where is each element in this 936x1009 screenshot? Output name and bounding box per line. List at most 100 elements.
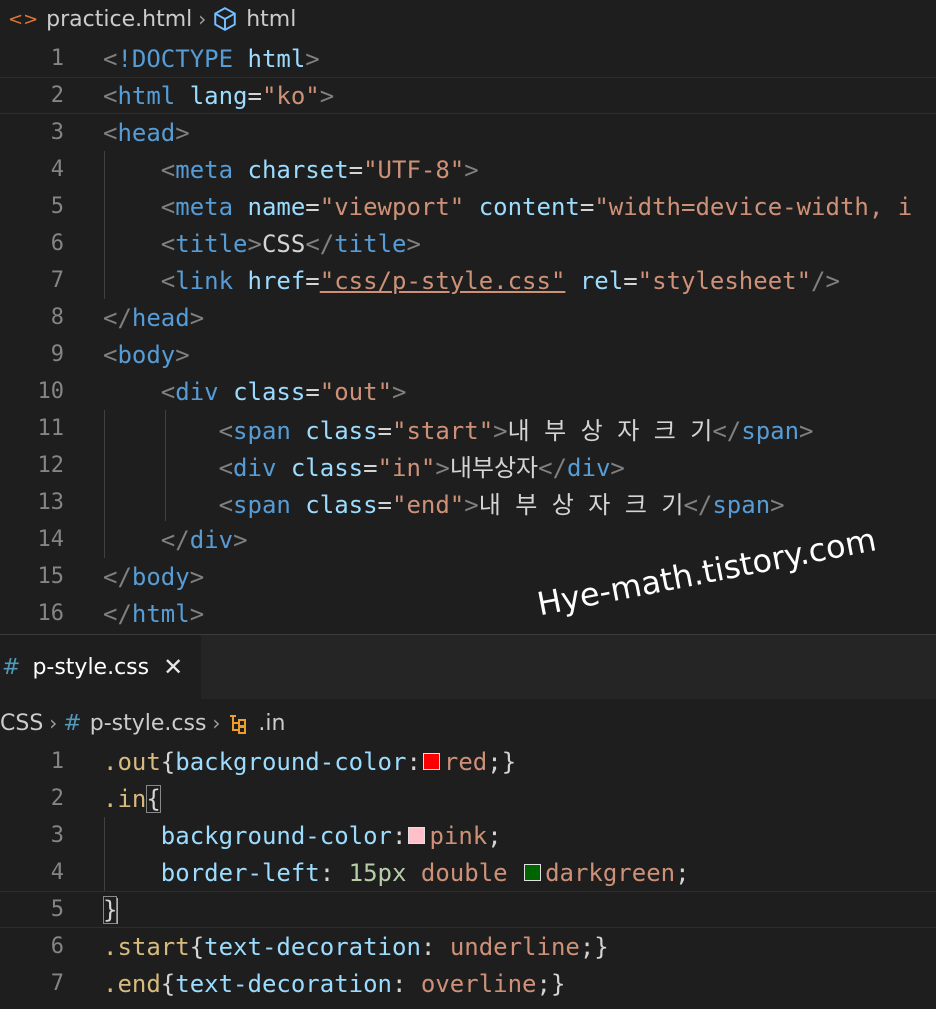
code-line[interactable]: 7 .end{text-decoration: overline;} <box>0 965 936 1002</box>
code-token: > <box>247 229 262 258</box>
line-number: 6 <box>50 231 64 256</box>
code-token: .end <box>103 969 161 998</box>
code-token: underline <box>449 932 580 961</box>
code-line[interactable]: 16 </html> <box>0 595 936 632</box>
code-text: <span class="end">내 부 상 자 크 기</span> <box>103 485 785 520</box>
breadcrumb-folder[interactable]: CSS <box>0 711 43 736</box>
code-line[interactable]: 6 .start{text-decoration: underline;} <box>0 928 936 965</box>
code-token: class <box>305 417 378 445</box>
line-number: 4 <box>50 860 64 885</box>
code-line[interactable]: 10 <div class="out"> <box>0 373 936 410</box>
code-token: > <box>799 417 814 445</box>
color-swatch[interactable] <box>524 863 542 881</box>
code-token: ; <box>487 821 502 850</box>
code-token: /> <box>811 266 840 295</box>
code-token: rel <box>579 266 624 295</box>
line-number: 2 <box>50 786 64 811</box>
code-text: <span class="start">내 부 상 자 크 기</span> <box>103 411 814 446</box>
code-line[interactable]: 5} <box>0 891 936 928</box>
code-token: : <box>319 858 349 887</box>
code-token: = <box>247 81 262 110</box>
code-line[interactable]: 3 <head> <box>0 114 936 151</box>
code-line[interactable]: 4 border-left: 15px double darkgreen; <box>0 854 936 891</box>
breadcrumb-file[interactable]: practice.html <box>46 7 192 32</box>
line-number: 3 <box>50 823 64 848</box>
code-token: head <box>131 303 190 332</box>
code-token: title <box>175 229 248 258</box>
code-line[interactable]: 2 <html lang="ko"> <box>0 77 936 114</box>
line-number: 5 <box>50 897 64 922</box>
code-token: darkgreen <box>545 858 676 887</box>
code-token: > <box>464 491 479 519</box>
line-number: 12 <box>37 453 65 478</box>
code-text: <div class="out"> <box>103 377 407 406</box>
code-token: > <box>435 454 450 482</box>
breadcrumb-element[interactable]: html <box>246 7 296 32</box>
code-text: border-left: 15px double darkgreen; <box>103 859 690 887</box>
code-line[interactable]: 11 <span class="start">내 부 상 자 크 기</span… <box>0 410 936 447</box>
code-token: "out" <box>319 377 393 406</box>
code-line[interactable]: 13 <span class="end">내 부 상 자 크 기</span> <box>0 484 936 521</box>
close-icon[interactable]: ✕ <box>163 653 183 681</box>
code-text: </div> <box>103 526 248 554</box>
code-token: "UTF-8" <box>363 155 465 184</box>
code-token: > <box>610 454 625 482</box>
code-token: </ <box>712 417 742 445</box>
code-token: : <box>420 932 450 961</box>
code-token: 내 부 상 자 크 기 <box>507 417 713 445</box>
code-text: <meta charset="UTF-8"> <box>103 156 479 184</box>
code-token: = <box>348 155 364 184</box>
code-line[interactable]: 9 <body> <box>0 336 936 373</box>
code-token: < <box>160 377 176 406</box>
code-token: html <box>117 81 176 110</box>
code-token: </ <box>683 491 713 519</box>
code-token: > <box>464 155 479 184</box>
line-number: 14 <box>37 527 65 552</box>
code-token: span <box>741 417 800 445</box>
line-number: 5 <box>50 194 64 219</box>
breadcrumb-file[interactable]: p-style.css <box>90 711 207 736</box>
symbol-class-icon <box>226 711 250 735</box>
code-token: < <box>103 81 118 110</box>
code-token: = <box>305 377 320 406</box>
code-token: = <box>363 454 378 482</box>
color-swatch[interactable] <box>422 752 440 770</box>
code-line[interactable]: 3 background-color: pink; <box>0 817 936 854</box>
code-line[interactable]: 5 <meta name="viewport" content="width=d… <box>0 188 936 225</box>
code-line[interactable]: 1 .out{background-color: red;} <box>0 743 936 780</box>
code-token: "css/p-style.css" <box>319 266 566 295</box>
line-number: 7 <box>50 971 64 996</box>
code-token: > <box>189 303 205 332</box>
code-line[interactable]: 2 .in{ <box>0 780 936 817</box>
code-text: .out{background-color: red;} <box>103 748 516 776</box>
code-line[interactable]: 6 <title>CSS</title> <box>0 225 936 262</box>
line-number: 11 <box>37 416 65 441</box>
code-token: ;} <box>487 747 517 776</box>
tab-p-style-css[interactable]: # p-style.css ✕ <box>0 635 201 699</box>
code-line[interactable]: 1 <!DOCTYPE html> <box>0 40 936 77</box>
line-number: 3 <box>50 120 64 145</box>
code-line[interactable]: 12 <div class="in">내부상자</div> <box>0 447 936 484</box>
code-text: <html lang="ko"> <box>103 82 334 110</box>
code-text: <meta name="viewport" content="width=dev… <box>103 193 912 221</box>
breadcrumb-selector[interactable]: .in <box>258 711 285 736</box>
code-token: body <box>131 562 190 591</box>
code-token: > <box>189 562 205 591</box>
code-token: div <box>175 377 219 406</box>
code-token: > <box>392 377 407 406</box>
code-text: <div class="in">내부상자</div> <box>103 448 625 483</box>
code-token: > <box>189 599 205 628</box>
code-line[interactable]: 7 <link href="css/p-style.css" rel="styl… <box>0 262 936 299</box>
css-code-editor[interactable]: 1 .out{background-color: red;} 2 .in{3 backg… <box>0 743 936 1002</box>
line-number: 1 <box>50 749 64 774</box>
color-swatch[interactable] <box>408 826 426 844</box>
code-token: > <box>305 44 320 73</box>
code-line[interactable]: 4 <meta charset="UTF-8"> <box>0 151 936 188</box>
code-line[interactable]: 8 </head> <box>0 299 936 336</box>
